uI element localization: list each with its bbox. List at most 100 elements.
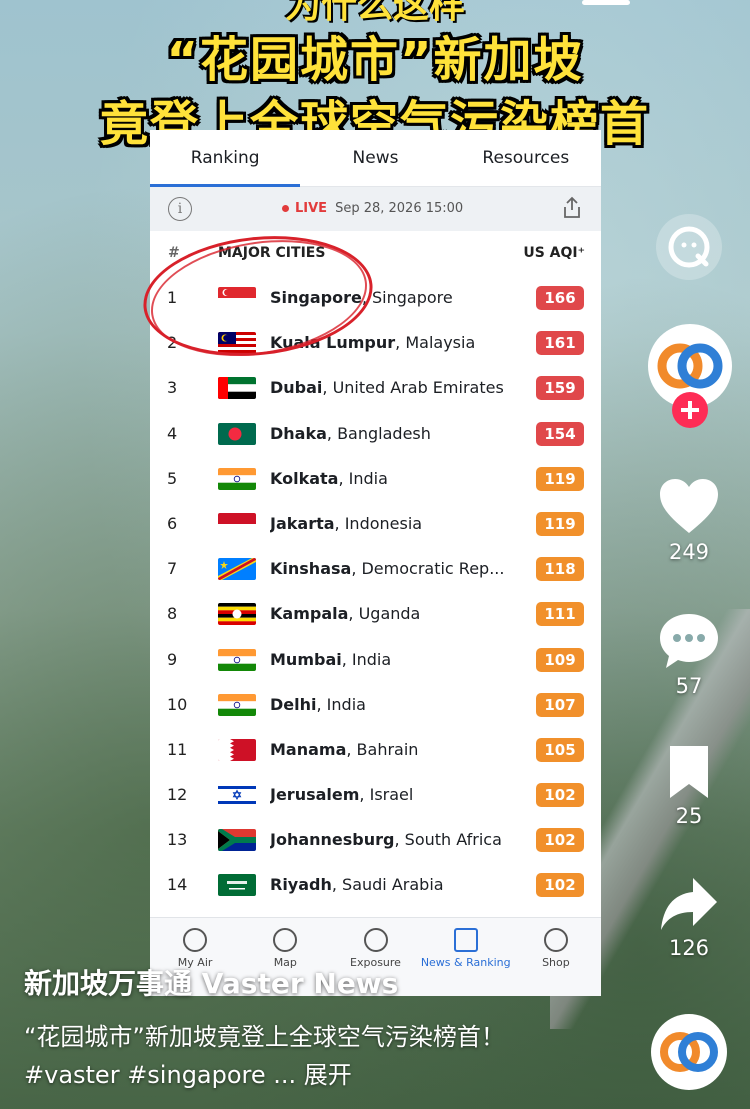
live-status: LIVE Sep 28, 2026 15:00 [282, 187, 463, 231]
flag-bd-icon [218, 422, 256, 445]
exposure-icon [363, 928, 388, 952]
country-label: Democratic Rep... [361, 559, 505, 579]
city-row-7[interactable]: 7 Kinshasa, Democratic Rep... 118 [150, 546, 601, 591]
rank-number: 12 [167, 785, 188, 805]
aqi-badge: 111 [536, 602, 584, 627]
comment-button[interactable]: 57 [646, 612, 732, 698]
city-label: Kinshasa [270, 559, 352, 579]
live-dot-icon [282, 205, 289, 212]
aqi-badge: 102 [536, 828, 584, 853]
nav-label: News & Ranking [420, 956, 511, 969]
country-label: South Africa [404, 830, 502, 850]
info-icon[interactable]: i [168, 197, 192, 221]
nav-label: Shop [542, 956, 570, 969]
live-bar: i LIVE Sep 28, 2026 15:00 [150, 187, 601, 231]
like-button[interactable]: 249 [646, 478, 732, 564]
city-row-10[interactable]: 10 Delhi, India 107 [150, 682, 601, 727]
face-search-icon [656, 214, 722, 280]
city-label: Jerusalem [270, 785, 360, 805]
country-label: Indonesia [344, 513, 423, 533]
city-name: Kinshasa, Democratic Rep... [270, 559, 505, 579]
city-label: Dhaka [270, 423, 327, 443]
music-disc[interactable] [646, 1012, 732, 1096]
rank-number: 13 [167, 830, 188, 850]
country-label: Bahrain [356, 739, 419, 759]
aqi-badge: 118 [536, 557, 584, 582]
country-label: Uganda [358, 604, 421, 624]
tab-ranking[interactable]: Ranking [150, 130, 300, 186]
tab-bar: Ranking News Resources [150, 130, 601, 187]
city-name: Delhi, India [270, 694, 366, 714]
author-avatar[interactable] [646, 322, 732, 436]
aqi-badge: 119 [536, 466, 584, 491]
aqi-badge: 154 [536, 421, 584, 446]
aqi-badge: 107 [536, 692, 584, 717]
rank-number: 9 [167, 649, 178, 669]
city-row-9[interactable]: 9 Mumbai, India 109 [150, 637, 601, 682]
city-name: Manama, Bahrain [270, 739, 419, 759]
rank-number: 4 [167, 423, 178, 443]
aqi-badge: 119 [536, 511, 584, 536]
city-row-3[interactable]: 3 Dubai, United Arab Emirates 159 [150, 365, 601, 410]
country-label: Saudi Arabia [342, 875, 444, 895]
city-label: Jakarta [270, 513, 335, 533]
heart-location-icon [183, 928, 208, 952]
nav-news-ranking[interactable]: News & Ranking [421, 918, 511, 996]
city-row-14[interactable]: 14 Riyadh, Saudi Arabia 102 [150, 862, 601, 907]
author-name[interactable]: 新加坡万事通 Vaster News [24, 962, 398, 1002]
share-button[interactable]: 126 [646, 876, 732, 960]
city-label: Manama [270, 739, 347, 759]
rank-number: 5 [167, 468, 178, 488]
city-label: Dubai [270, 378, 323, 398]
live-label: LIVE [295, 201, 328, 216]
city-row-5[interactable]: 5 Kolkata, India 119 [150, 456, 601, 501]
headline-line-1: “花园城市”新加坡 [166, 32, 584, 88]
city-label: Riyadh [270, 875, 332, 895]
city-name: Kampala, Uganda [270, 604, 421, 624]
aqi-badge: 102 [536, 783, 584, 808]
cart-icon [543, 928, 568, 952]
header-aqi: US AQI⁺ [523, 245, 585, 261]
comment-icon [660, 614, 718, 668]
share-count: 126 [668, 936, 710, 960]
tab-news[interactable]: News [300, 130, 450, 186]
flag-bh-icon [218, 738, 256, 761]
city-row-6[interactable]: 6 Jakarta, Indonesia 119 [150, 501, 601, 546]
flag-ug-icon [218, 603, 256, 626]
avatar-logo-icon [648, 324, 732, 428]
rank-number: 3 [167, 378, 178, 398]
rank-number: 8 [167, 604, 178, 624]
music-disc-logo-icon [651, 1014, 727, 1090]
aqi-badge: 109 [536, 647, 584, 672]
country-label: Israel [369, 785, 414, 805]
city-row-11[interactable]: 11 Manama, Bahrain 105 [150, 727, 601, 772]
comment-count: 57 [675, 674, 703, 698]
city-label: Johannesburg [270, 830, 395, 850]
city-label: Delhi [270, 694, 317, 714]
flag-ae-icon [218, 377, 256, 400]
share-icon[interactable] [561, 196, 583, 220]
city-label: Kolkata [270, 468, 339, 488]
city-label: Kampala [270, 604, 349, 624]
post-description[interactable]: “花园城市”新加坡竟登上全球空气污染榜首！#vaster #singapore … [24, 1018, 564, 1094]
city-label: Mumbai [270, 649, 342, 669]
share-arrow-icon [661, 878, 717, 930]
flag-sa-icon [218, 874, 256, 897]
country-label: United Arab Emirates [332, 378, 504, 398]
city-row-13[interactable]: 13 Johannesburg, South Africa 102 [150, 817, 601, 862]
flag-id-icon [218, 512, 256, 535]
bookmark-button[interactable]: 25 [646, 744, 732, 828]
country-label: India [326, 694, 366, 714]
city-row-12[interactable]: 12 Jerusalem, Israel 102 [150, 772, 601, 817]
city-name: Jerusalem, Israel [270, 785, 414, 805]
flag-za-icon [218, 829, 256, 852]
city-row-4[interactable]: 4 Dhaka, Bangladesh 154 [150, 411, 601, 456]
nav-shop[interactable]: Shop [511, 918, 601, 996]
lens-button[interactable] [646, 212, 732, 286]
news-icon [453, 928, 478, 952]
city-row-8[interactable]: 8 Kampala, Uganda 111 [150, 591, 601, 636]
country-label: Singapore [372, 288, 453, 307]
aqi-badge: 159 [536, 376, 584, 401]
bookmark-count: 25 [675, 804, 703, 828]
tab-resources[interactable]: Resources [451, 130, 601, 186]
